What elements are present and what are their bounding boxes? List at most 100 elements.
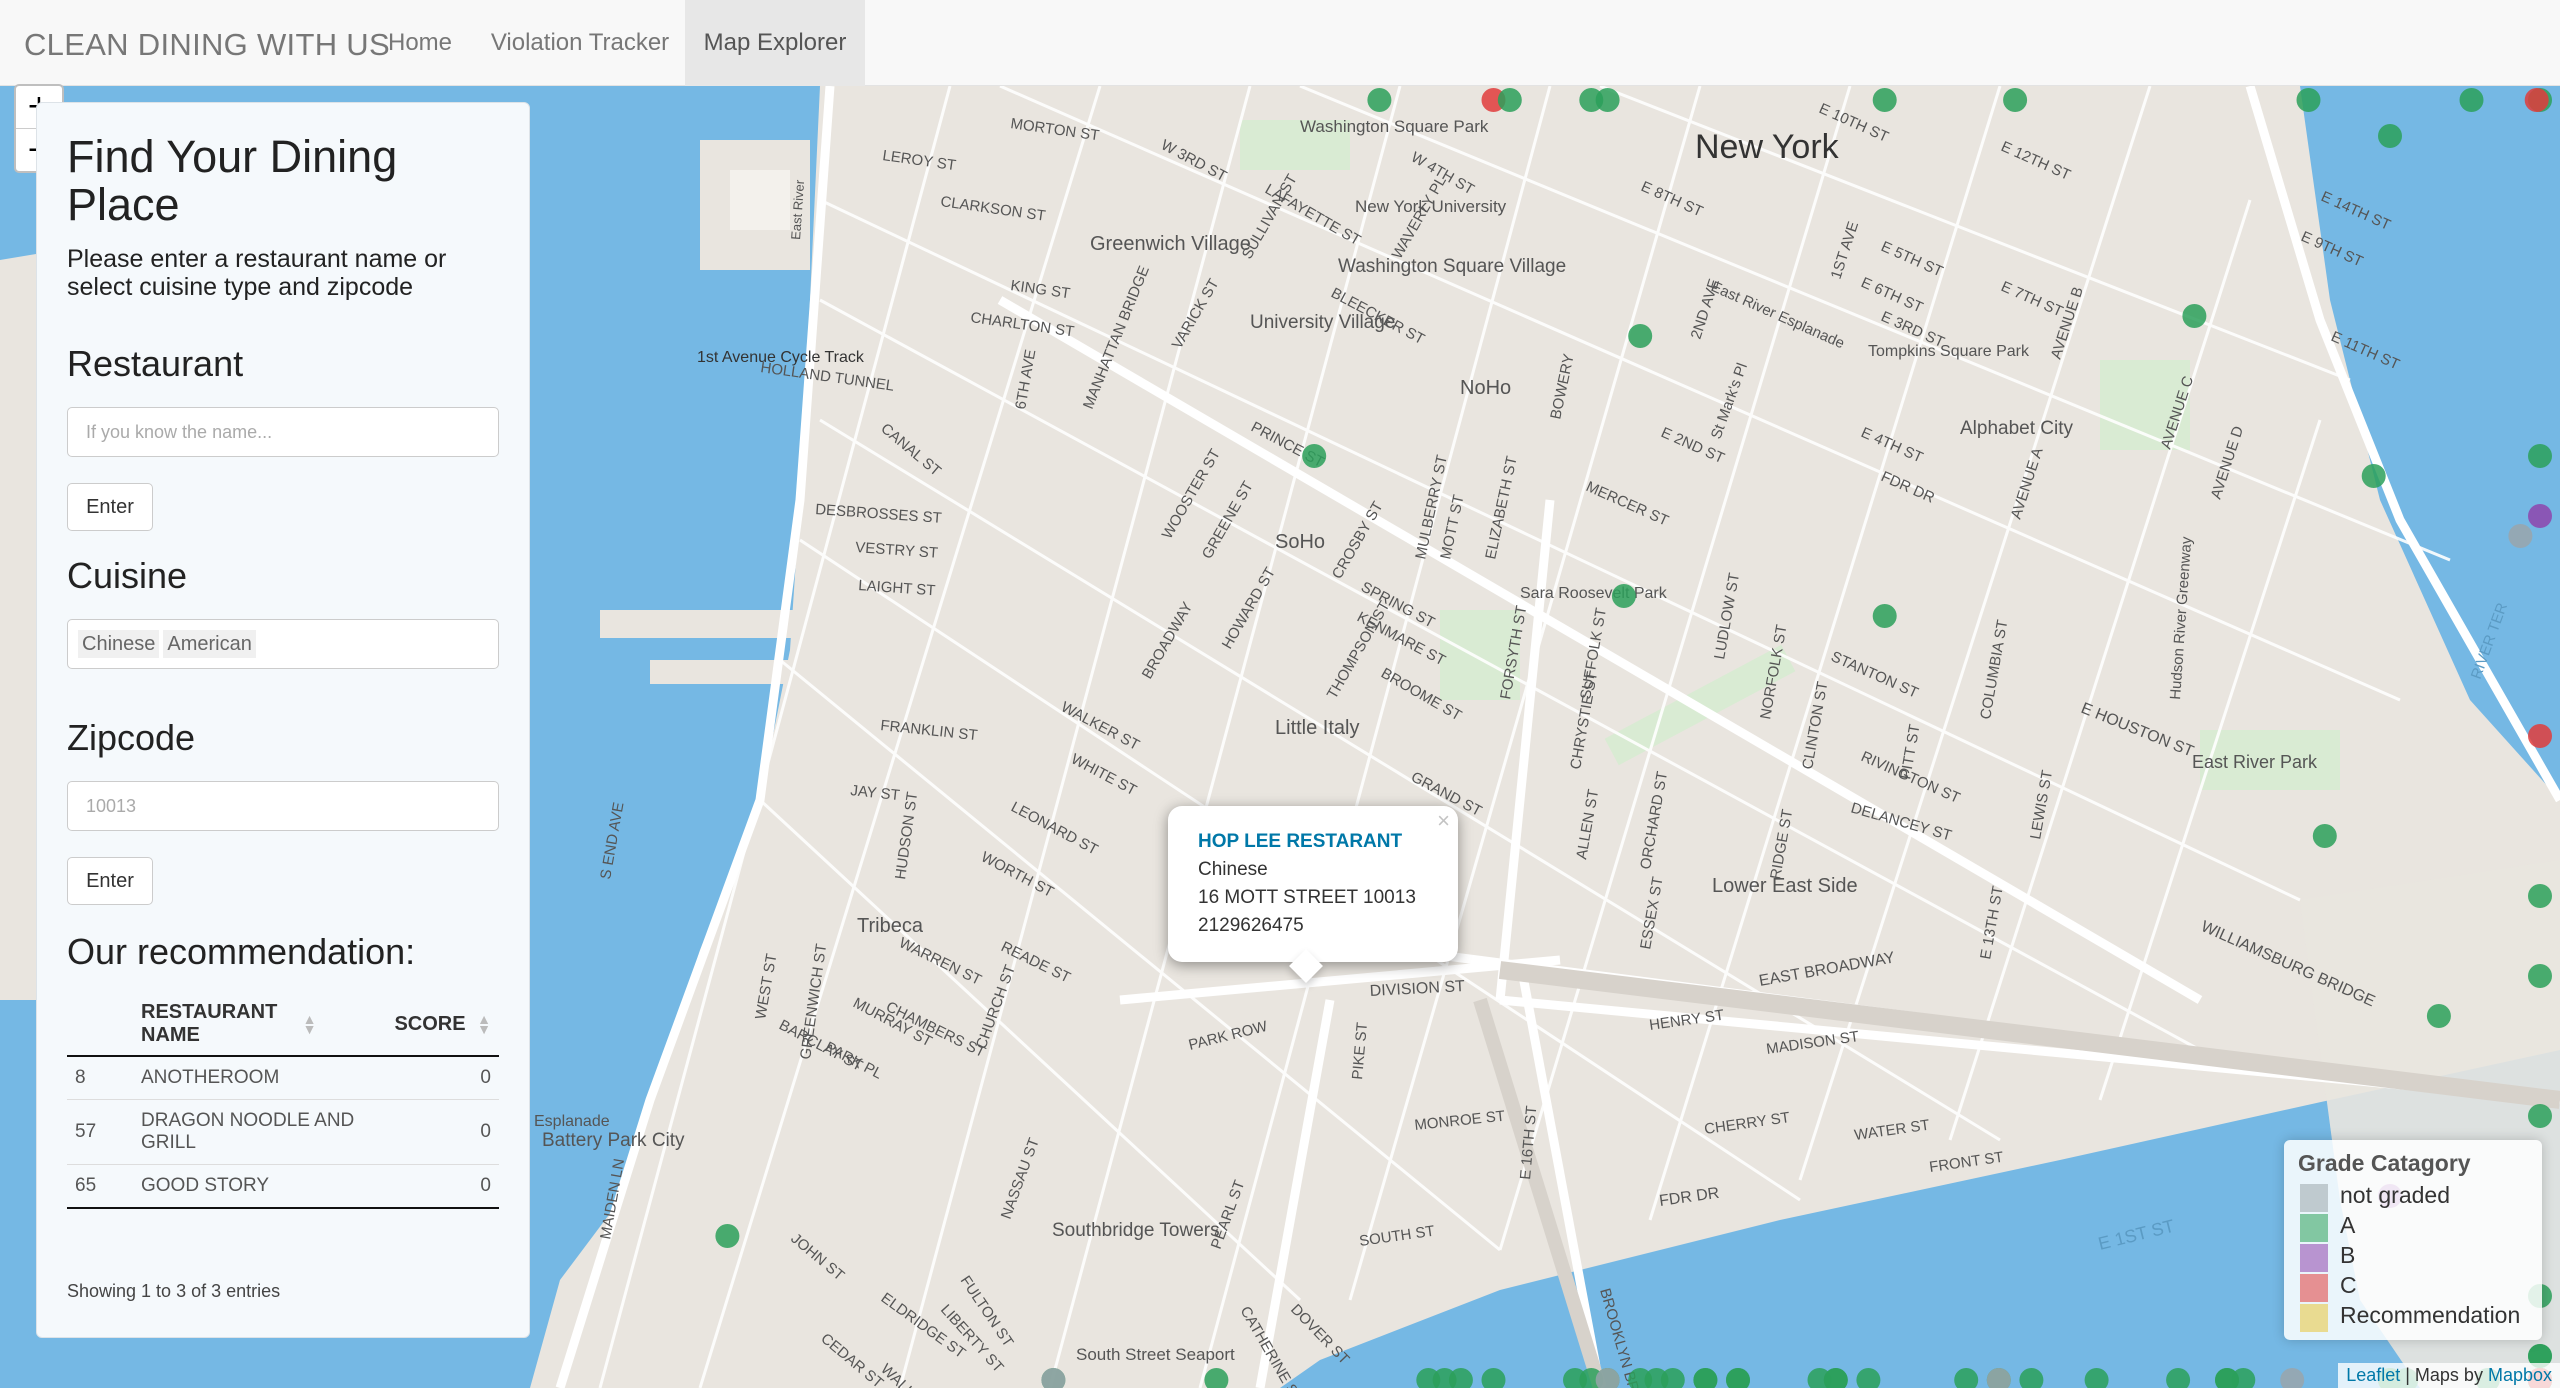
map-label-place: East River Park — [2192, 752, 2318, 772]
map-label-place: Little Italy — [1275, 717, 1359, 739]
legend-swatch — [2300, 1244, 2328, 1272]
restaurant-marker[interactable] — [1497, 88, 1522, 112]
restaurant-marker[interactable] — [2528, 504, 2552, 528]
zipcode-label: Zipcode — [67, 717, 196, 758]
pier — [600, 610, 800, 638]
legend-title: Grade Catagory — [2298, 1150, 2471, 1176]
restaurant-marker[interactable] — [2528, 884, 2552, 908]
restaurant-marker[interactable] — [2378, 124, 2402, 148]
zipcode-enter-button[interactable]: Enter — [67, 857, 153, 905]
table-header-restaurant-name[interactable]: RESTAURANT NAME ▲ ▼ — [133, 993, 363, 1057]
restaurant-marker[interactable] — [715, 1224, 740, 1248]
popup-phone: 2129626475 — [1198, 915, 1304, 936]
restaurant-marker[interactable] — [2524, 88, 2549, 112]
panel-title: Find Your Dining Place — [67, 131, 398, 230]
cuisine-tag[interactable]: Chinese — [78, 630, 160, 658]
cuisine-select[interactable]: Chinese American — [67, 619, 499, 669]
row-score: 0 — [363, 1164, 499, 1209]
restaurant-marker[interactable] — [1628, 324, 1653, 348]
sort-icon: ▲ ▼ — [477, 1011, 491, 1038]
popup-address: 16 MOTT STREET 10013 — [1198, 887, 1416, 908]
restaurant-marker[interactable] — [1302, 444, 1327, 468]
legend-swatch — [2300, 1304, 2328, 1332]
popup-content: HOP LEE RESTARANT Chinese 16 MOTT STREET… — [1198, 828, 1416, 940]
restaurant-marker[interactable] — [2426, 1004, 2451, 1028]
restaurant-marker[interactable] — [1595, 88, 1620, 112]
leaflet-link[interactable]: Leaflet — [2346, 1365, 2400, 1385]
restaurant-marker[interactable] — [2296, 88, 2321, 112]
map-label-place: Greenwich Village — [1090, 233, 1251, 255]
cuisine-tag[interactable]: American — [163, 630, 256, 658]
restaurant-name-input[interactable]: If you know the name... — [67, 407, 499, 457]
zipcode-input[interactable]: 10013 — [67, 781, 499, 831]
map-label-place: Esplanade — [534, 1113, 610, 1130]
map-label-place: Alphabet City — [1960, 418, 2074, 439]
restaurant-marker[interactable] — [1872, 604, 1897, 628]
restaurant-marker[interactable] — [2003, 88, 2028, 112]
popup-cuisine: Chinese — [1198, 859, 1268, 880]
cuisine-label: Cuisine — [67, 555, 188, 596]
map-label-place: Lower East Side — [1712, 875, 1858, 897]
restaurant-marker[interactable] — [1367, 88, 1392, 112]
recommendation-title: Our recommendation: — [67, 931, 416, 972]
restaurant-marker[interactable] — [2182, 304, 2207, 328]
map-label-place: Washington Square Village — [1338, 256, 1566, 277]
map-label-city: New York — [1695, 128, 1840, 166]
grade-legend: Grade Catagory not graded A B C Recommen… — [2284, 1140, 2542, 1340]
restaurant-marker[interactable] — [2361, 464, 2386, 488]
restaurant-marker[interactable] — [2528, 1104, 2552, 1128]
restaurant-popup: × HOP LEE RESTARANT Chinese 16 MOTT STRE… — [1168, 806, 1458, 983]
map-label-place: Southbridge Towers — [1052, 1220, 1220, 1241]
table-row[interactable]: 65 GOOD STORY 0 — [67, 1164, 499, 1209]
search-panel: Find Your Dining Place Please enter a re… — [36, 102, 530, 1338]
restaurant-marker[interactable] — [2528, 444, 2552, 468]
popup-close-button[interactable]: × — [1437, 808, 1450, 834]
navbar: CLEAN DINING WITH US Home Violation Trac… — [0, 0, 2560, 86]
map-label-place: SoHo — [1275, 531, 1325, 553]
row-name: GOOD STORY — [133, 1164, 363, 1209]
row-id: 8 — [67, 1056, 133, 1100]
recommendation-table: RESTAURANT NAME ▲ ▼ SCORE ▲ ▼ 8 ANOTHEROOM… — [67, 993, 499, 1209]
nav-home[interactable]: Home — [370, 0, 470, 86]
restaurant-label: Restaurant — [67, 343, 244, 384]
restaurant-marker[interactable] — [1872, 88, 1897, 112]
sort-icon: ▲ ▼ — [302, 1011, 317, 1037]
map-label-street: 1st Avenue Cycle Track — [697, 349, 865, 366]
map-label-place: Tribeca — [857, 915, 924, 937]
row-id: 65 — [67, 1164, 133, 1209]
table-row[interactable]: 57 DRAGON NOODLE AND GRILL 0 — [67, 1099, 499, 1165]
row-name: DRAGON NOODLE AND GRILL — [133, 1099, 363, 1165]
row-score: 0 — [363, 1099, 499, 1165]
restaurant-marker[interactable] — [2508, 524, 2533, 548]
brand-title[interactable]: CLEAN DINING WITH US — [24, 27, 390, 63]
map-label-place: Tompkins Square Park — [1868, 343, 2030, 360]
legend-label: A — [2340, 1212, 2356, 1238]
legend-label: B — [2340, 1242, 2356, 1268]
pier-inner — [730, 170, 790, 230]
legend-label: Recommendation — [2340, 1302, 2521, 1328]
attribution-separator: | Maps by — [2400, 1365, 2488, 1385]
map-label-place: NoHo — [1460, 377, 1511, 399]
restaurant-marker[interactable] — [2528, 724, 2552, 748]
map-label-place: Washington Square Park — [1300, 117, 1489, 136]
legend-label: not graded — [2340, 1182, 2450, 1208]
nav-map-explorer[interactable]: Map Explorer — [685, 0, 865, 86]
legend-swatch — [2300, 1274, 2328, 1302]
mapbox-link[interactable]: Mapbox — [2488, 1365, 2552, 1385]
restaurant-enter-button[interactable]: Enter — [67, 483, 153, 531]
row-id: 57 — [67, 1099, 133, 1165]
popup-restaurant-name: HOP LEE RESTARANT — [1198, 831, 1403, 852]
restaurant-marker[interactable] — [2312, 824, 2337, 848]
table-header-score[interactable]: SCORE ▲ ▼ — [363, 993, 499, 1057]
restaurant-marker[interactable] — [2459, 88, 2484, 112]
restaurant-marker[interactable] — [2528, 964, 2552, 988]
nav-violation-tracker[interactable]: Violation Tracker — [482, 0, 678, 86]
map-label-place: Battery Park City — [542, 1130, 685, 1151]
table-header-row: RESTAURANT NAME ▲ ▼ SCORE ▲ ▼ — [67, 993, 499, 1057]
restaurant-marker[interactable] — [1611, 584, 1636, 608]
panel-intro: Please enter a restaurant name or select… — [67, 245, 447, 301]
legend-swatch — [2300, 1214, 2328, 1242]
table-header-index — [67, 993, 133, 1057]
map-label-place: Sara Roosevelt Park — [1520, 585, 1668, 602]
table-row[interactable]: 8 ANOTHEROOM 0 — [67, 1056, 499, 1100]
